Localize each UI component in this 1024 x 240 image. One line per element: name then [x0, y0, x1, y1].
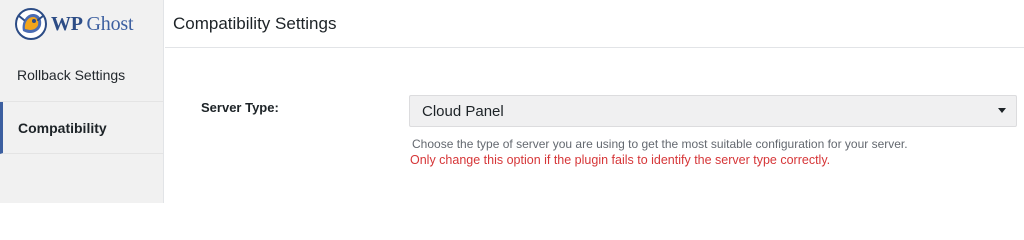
- sidebar-item-compatibility[interactable]: Compatibility: [0, 102, 163, 154]
- settings-content: Server Type: Cloud Panel Choose the type…: [165, 48, 1024, 203]
- sidebar-item-rollback-settings[interactable]: Rollback Settings: [0, 48, 163, 102]
- server-type-label: Server Type:: [201, 100, 279, 115]
- brand-name: WP Ghost: [51, 12, 134, 36]
- page-title: Compatibility Settings: [173, 13, 337, 33]
- page-header: Compatibility Settings: [165, 0, 1024, 48]
- server-type-selected-value: Cloud Panel: [422, 102, 504, 120]
- wp-ghost-logo-icon: [15, 8, 47, 40]
- sidebar-item-label: Compatibility: [18, 119, 107, 136]
- server-type-select[interactable]: Cloud Panel: [409, 95, 1017, 127]
- sidebar-item-label: Rollback Settings: [17, 67, 126, 83]
- caret-down-icon: [998, 108, 1006, 113]
- server-type-warning-text: Only change this option if the plugin fa…: [410, 153, 831, 167]
- brand-logo[interactable]: WP Ghost: [0, 0, 163, 48]
- brand-name-wp: WP: [51, 12, 82, 35]
- sidebar: WP Ghost Rollback Settings Compatibility: [0, 0, 164, 203]
- server-type-help-text: Choose the type of server you are using …: [412, 137, 908, 151]
- brand-name-ghost: Ghost: [86, 12, 134, 35]
